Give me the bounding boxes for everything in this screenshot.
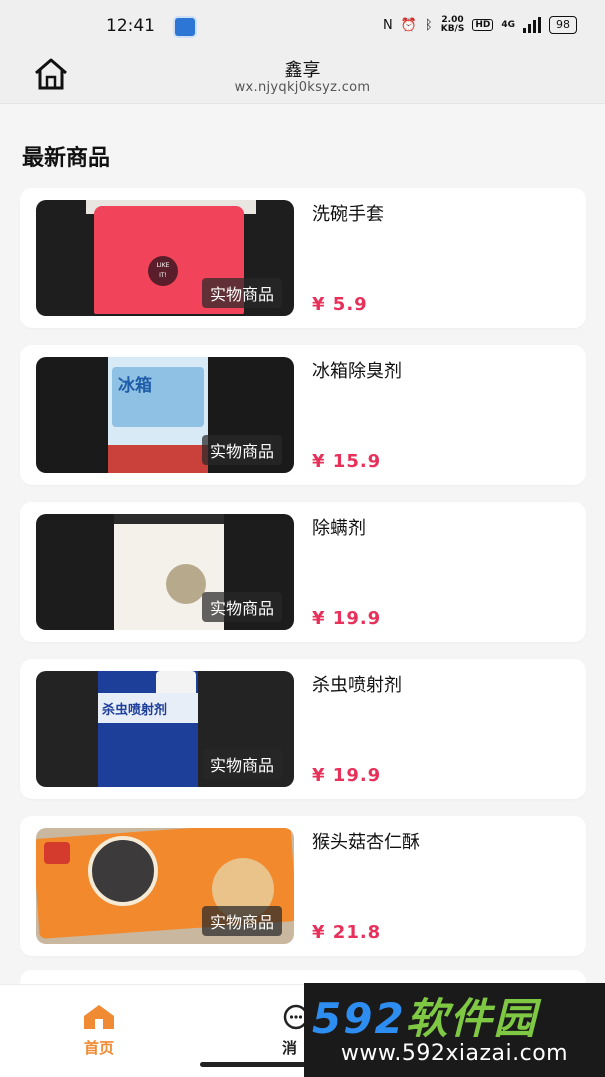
product-card[interactable]: 实物商品 猴头菇杏仁酥 ¥ 21.8 <box>20 816 586 956</box>
section-title: 最新商品 <box>22 146 111 171</box>
page-header: 鑫享 wx.njyqkj0ksyz.com <box>0 52 605 104</box>
product-badge: 实物商品 <box>201 435 282 465</box>
product-image: 杀虫喷射剂 实物商品 <box>36 671 294 787</box>
product-image: LIKE IT! 实物商品 <box>36 200 294 316</box>
product-card[interactable]: LIKE IT! 实物商品 洗碗手套 ¥ 5.9 <box>20 188 586 328</box>
status-bar: 12:41 N ⏰ ᛒ 2.00 KB/S HD 4G 98 <box>0 0 605 52</box>
product-name: 冰箱除臭剂 <box>312 361 402 382</box>
battery-icon: 98 <box>549 16 577 34</box>
alarm-icon: ⏰ <box>400 17 417 33</box>
product-card[interactable]: 杀虫喷射剂 实物商品 杀虫喷射剂 ¥ 19.9 <box>20 659 586 799</box>
product-name: 杀虫喷射剂 <box>312 675 402 696</box>
bluetooth-icon: ᛒ <box>424 17 433 33</box>
nav-home[interactable]: 首页 <box>72 995 126 1057</box>
product-price: ¥ 19.9 <box>312 765 382 786</box>
nav-home-label: 首页 <box>83 1039 114 1057</box>
watermark-logo: 592软件园 <box>312 985 538 1046</box>
status-time: 12:41 <box>106 16 155 36</box>
product-name: 除螨剂 <box>312 518 366 539</box>
nav-messages-label: 消 <box>282 1039 298 1057</box>
product-image: 冰箱 实物商品 <box>36 357 294 473</box>
watermark-url: www.592xiazai.com <box>340 1041 569 1066</box>
product-price: ¥ 19.9 <box>312 608 382 629</box>
product-price: ¥ 5.9 <box>312 294 368 315</box>
app-notification-icon <box>173 16 197 38</box>
watermark: 592软件园 www.592xiazai.com <box>304 983 605 1077</box>
product-card[interactable]: 冰箱 实物商品 冰箱除臭剂 ¥ 15.9 <box>20 345 586 485</box>
product-image-text: 冰箱 <box>118 376 152 396</box>
product-image: 实物商品 <box>36 514 294 630</box>
product-price: ¥ 21.8 <box>312 922 382 943</box>
logo-icon: LIKE IT! <box>148 256 178 286</box>
signal-label: 4G <box>501 20 515 30</box>
hd-icon: HD <box>472 19 494 31</box>
product-name: 猴头菇杏仁酥 <box>312 832 420 853</box>
product-card[interactable]: 实物商品 除螨剂 ¥ 19.9 <box>20 502 586 642</box>
product-image: 实物商品 <box>36 828 294 944</box>
product-price: ¥ 15.9 <box>312 451 382 472</box>
product-badge: 实物商品 <box>201 592 282 622</box>
home-filled-icon <box>84 1005 114 1029</box>
network-speed: 2.00 KB/S <box>441 16 465 34</box>
status-icons: N ⏰ ᛒ 2.00 KB/S HD 4G 98 <box>383 16 577 34</box>
watermark-number: 592 <box>312 994 406 1043</box>
network-speed-unit: KB/S <box>440 24 465 34</box>
product-badge: 实物商品 <box>201 906 282 936</box>
nfc-icon: N <box>382 17 393 33</box>
product-name: 洗碗手套 <box>312 204 384 225</box>
product-badge: 实物商品 <box>201 278 282 308</box>
product-image-text: 杀虫喷射剂 <box>102 703 168 718</box>
product-badge: 实物商品 <box>201 749 282 779</box>
page-title: 鑫享 <box>284 60 321 81</box>
watermark-brand: 软件园 <box>405 994 538 1043</box>
page-url: wx.njyqkj0ksyz.com <box>234 80 371 95</box>
signal-icon <box>523 17 541 33</box>
